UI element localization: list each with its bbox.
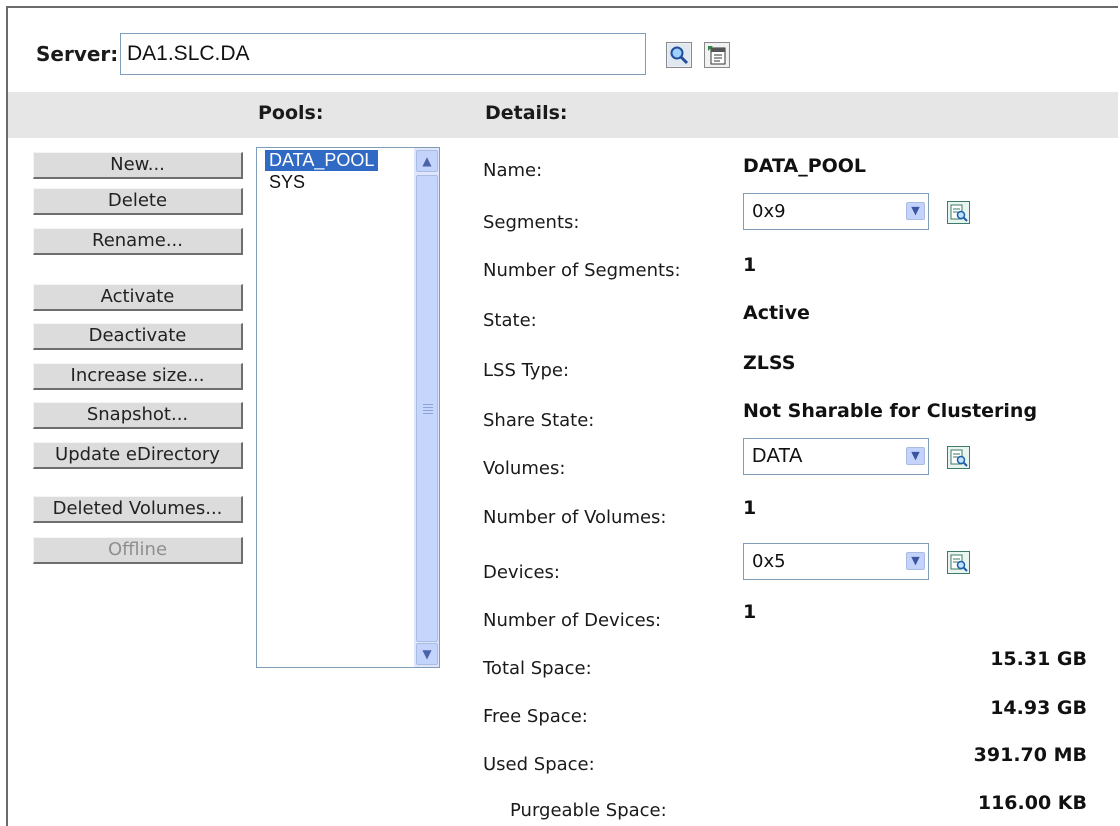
segments-select-value: 0x9: [752, 201, 786, 222]
scroll-up-icon[interactable]: ▲: [416, 150, 438, 172]
server-input[interactable]: DA1.SLC.DA: [120, 33, 646, 75]
volume-details-icon[interactable]: [947, 446, 970, 469]
lss-type-value: ZLSS: [743, 352, 796, 374]
pool-item-sys[interactable]: SYS: [265, 172, 309, 193]
scroll-thumb[interactable]: [416, 175, 438, 642]
number-of-segments-label: Number of Segments:: [483, 260, 681, 281]
state-value: Active: [743, 302, 810, 324]
number-of-devices-value: 1: [743, 601, 757, 623]
segment-details-icon[interactable]: [947, 201, 970, 224]
pool-item-data-pool[interactable]: DATA_POOL: [265, 150, 379, 171]
purgeable-space-label: Purgeable Space:: [510, 800, 667, 821]
scroll-down-icon[interactable]: ▼: [416, 643, 438, 665]
number-of-volumes-value: 1: [743, 497, 757, 519]
rename-button[interactable]: Rename...: [33, 228, 243, 255]
tree-history-icon: [706, 44, 728, 66]
delete-button[interactable]: Delete: [33, 188, 243, 215]
total-space-value: 15.31 GB: [990, 648, 1087, 670]
deleted-volumes-button[interactable]: Deleted Volumes...: [33, 496, 243, 523]
name-value: DATA_POOL: [743, 155, 867, 177]
update-edirectory-button[interactable]: Update eDirectory: [33, 442, 243, 469]
purgeable-space-value: 116.00 KB: [977, 792, 1087, 814]
segments-label: Segments:: [483, 212, 580, 233]
chevron-down-icon[interactable]: ▼: [906, 447, 925, 465]
state-label: State:: [483, 310, 537, 331]
volumes-select-value: DATA: [752, 445, 803, 467]
deactivate-button[interactable]: Deactivate: [33, 323, 243, 350]
volumes-label: Volumes:: [483, 458, 566, 479]
magnifier-icon: [668, 44, 690, 66]
free-space-value: 14.93 GB: [990, 697, 1087, 719]
used-space-label: Used Space:: [483, 754, 595, 775]
share-state-value: Not Sharable for Clustering: [743, 400, 1038, 422]
devices-select[interactable]: 0x5 ▼: [743, 543, 929, 580]
used-space-value: 391.70 MB: [973, 744, 1087, 766]
chevron-down-icon[interactable]: ▼: [906, 552, 925, 570]
browse-server-button[interactable]: [666, 42, 692, 68]
devices-select-value: 0x5: [752, 551, 786, 572]
device-details-icon[interactable]: [947, 551, 970, 574]
object-history-button[interactable]: [704, 42, 730, 68]
pools-list[interactable]: DATA_POOL SYS ▲ ▼: [256, 147, 440, 668]
total-space-label: Total Space:: [483, 658, 592, 679]
pools-scrollbar[interactable]: ▲ ▼: [414, 148, 439, 667]
details-header: Details:: [485, 102, 568, 124]
name-label: Name:: [483, 160, 543, 181]
offline-button[interactable]: Offline: [33, 537, 243, 564]
increase-size-button[interactable]: Increase size...: [33, 363, 243, 390]
number-of-volumes-label: Number of Volumes:: [483, 507, 667, 528]
pools-header: Pools:: [258, 102, 324, 124]
new-button[interactable]: New...: [33, 152, 243, 179]
share-state-label: Share State:: [483, 410, 595, 431]
activate-button[interactable]: Activate: [33, 284, 243, 311]
free-space-label: Free Space:: [483, 706, 588, 727]
server-label: Server:: [36, 42, 119, 66]
lss-type-label: LSS Type:: [483, 360, 570, 381]
chevron-down-icon[interactable]: ▼: [906, 202, 925, 220]
segments-select[interactable]: 0x9 ▼: [743, 193, 929, 230]
snapshot-button[interactable]: Snapshot...: [33, 402, 243, 429]
number-of-segments-value: 1: [743, 254, 757, 276]
volumes-select[interactable]: DATA ▼: [743, 438, 929, 475]
devices-label: Devices:: [483, 562, 561, 583]
number-of-devices-label: Number of Devices:: [483, 610, 662, 631]
